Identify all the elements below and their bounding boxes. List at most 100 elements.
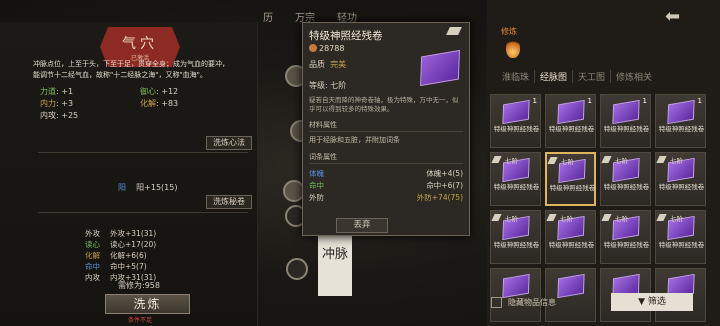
scroll-item-icon <box>557 99 585 125</box>
item-name: 特级神照经残卷 <box>549 184 596 192</box>
item-level: 等级: 七阶 <box>309 81 347 90</box>
refine-stat-list: 外攻 外攻+31(31) 读心 读心+17(20) 化解 化解+6(6) 命中 命中+5… <box>55 228 245 283</box>
item-price: 28788 <box>309 44 344 53</box>
item-name: 特级神照经残卷 <box>603 125 650 133</box>
stat-value: +25 <box>61 111 79 120</box>
affix-value: 命中+6(7) <box>426 181 463 190</box>
yang-value: 阳+15(15) <box>136 183 178 192</box>
checkbox[interactable] <box>491 297 502 308</box>
refine-value: 外攻+31(31) <box>110 229 157 238</box>
refine-miji-button[interactable]: 洗炼秘卷 <box>206 195 252 209</box>
affix-row: 体魄 体魄+4(5) <box>309 168 463 179</box>
seal-title: 气穴 <box>122 35 158 52</box>
tab-li[interactable]: 历 <box>263 9 273 24</box>
tier-tag-icon <box>601 156 612 163</box>
stat-key: 内力 <box>40 99 56 108</box>
scroll-item-icon <box>667 99 695 125</box>
stat-value: +83 <box>161 99 179 108</box>
refine-key: 内攻 <box>85 273 100 282</box>
inventory-slot[interactable]: 七阶 特级神照经残卷 <box>490 152 541 206</box>
tier-tag-icon <box>656 214 667 221</box>
divider <box>38 152 248 153</box>
tab-jingmaitu[interactable]: 经脉图 <box>535 70 574 83</box>
stat-key: 力道 <box>40 87 56 96</box>
inventory-slot[interactable]: 七阶特级神照经残卷 <box>545 152 596 206</box>
refine-key: 读心 <box>85 240 100 249</box>
stat-row: 内力: +3 化解: +83 <box>40 99 179 108</box>
tier-tag-icon <box>547 157 558 164</box>
item-count: 1 <box>642 97 647 105</box>
item-name: 特级神照经残卷 <box>548 241 595 249</box>
level-key: 等级 <box>309 81 325 90</box>
category-title: 修炼 <box>501 27 517 36</box>
tier-tag-icon <box>601 214 612 221</box>
inventory-panel: ⬅ 修炼 淮临珠 经脉图 天工图 修炼相关 1 特级神照经残卷 1 特级神照经残卷 1 特… <box>487 0 720 326</box>
item-name: 特级神照经残卷 <box>493 241 540 249</box>
inventory-slot[interactable]: 1 特级神照经残卷 <box>545 94 596 148</box>
affix-value: 外防+74(75) <box>416 193 463 202</box>
item-count: 1 <box>587 97 592 105</box>
back-arrow-icon[interactable]: ⬅ <box>665 8 691 26</box>
desc-line: 冲脉点位，上至于头，下至于足，贯穿全身；成为气血的要冲， <box>33 60 229 68</box>
drop-button[interactable]: 丢弃 <box>336 218 388 233</box>
material-desc: 用于经脉和五脏，并附加词条 <box>309 136 400 144</box>
refine-value: 命中+5(7) <box>110 262 147 271</box>
stat-value: +12 <box>161 87 179 96</box>
inventory-slot[interactable]: 1 特级神照经残卷 <box>655 94 706 148</box>
refine-row: 外攻 外攻+31(31) <box>55 228 245 239</box>
inventory-slot[interactable]: 七阶特级神照经残卷 <box>490 210 541 264</box>
tab-tiangongtu[interactable]: 天工图 <box>573 70 612 83</box>
affix-key: 体魄 <box>309 169 324 178</box>
divider <box>309 163 463 164</box>
inventory-slot[interactable]: 七阶特级神照经残卷 <box>655 152 706 206</box>
tab-huailinzhu[interactable]: 淮临珠 <box>497 70 536 83</box>
price-value: 28788 <box>319 44 345 53</box>
inventory-slot[interactable] <box>490 268 541 322</box>
refine-button[interactable]: 洗炼 <box>105 294 190 314</box>
stat-key: 内攻 <box>40 111 56 120</box>
tab-xiulian-related[interactable]: 修炼相关 <box>611 70 657 83</box>
chongmai-label[interactable]: 冲脉 <box>318 232 352 296</box>
inventory-slot[interactable]: 七阶 特级神照经残卷 <box>655 210 706 264</box>
refine-xinfa-button[interactable]: 洗炼心法 <box>206 136 252 150</box>
item-tier: 七阶 <box>615 157 628 165</box>
stat-row: 力道: +1 御心: +12 <box>40 87 179 96</box>
inventory-slot[interactable]: 1 特级神照经残卷 <box>490 94 541 148</box>
refine-key: 外攻 <box>85 229 100 238</box>
inventory-slot[interactable]: 1 特级神照经残卷 <box>600 94 651 148</box>
item-count: 1 <box>532 97 537 105</box>
item-name: 特级神照经残卷 <box>658 183 705 191</box>
inventory-slot[interactable]: 七阶 特级神照经残卷 <box>600 210 651 264</box>
divider <box>309 131 463 132</box>
affix-row: 外防 外防+74(75) <box>309 192 463 203</box>
hide-info-label: 隐藏物品信息 <box>508 298 556 307</box>
refine-row: 化解 化解+6(6) <box>55 250 245 261</box>
level-value: 七阶 <box>330 81 347 90</box>
hide-info-toggle[interactable]: 隐藏物品信息 <box>491 297 556 308</box>
tier-tag-icon <box>491 156 502 163</box>
item-tier: 七阶 <box>561 158 574 166</box>
cultivation-cost: 需修为:958 <box>118 281 160 290</box>
refine-row: 命中 命中+5(7) <box>55 261 245 272</box>
acupoint-description: 冲脉点位，上至于头，下至于足，贯穿全身；成为气血的要冲， 能调节十二经气血，故称… <box>33 59 258 81</box>
inventory-slot[interactable]: 七阶 特级神照经残卷 <box>545 210 596 264</box>
item-name: 特级神照经残卷 <box>548 125 595 133</box>
item-name: 特级神照经残卷 <box>493 183 540 191</box>
inventory-slot[interactable]: 七阶 特级神照经残卷 <box>600 152 651 206</box>
stat-key: 化解 <box>140 99 156 108</box>
acupoint-node[interactable] <box>286 258 308 280</box>
item-name: 特级神照经残卷 <box>658 241 705 249</box>
item-name: 特级神照经残卷 <box>603 241 650 249</box>
affix-row: 命中 命中+6(7) <box>309 180 463 191</box>
item-tier: 七阶 <box>505 215 518 223</box>
coin-icon <box>309 44 317 52</box>
refine-row: 读心 读心+17(20) <box>55 239 245 250</box>
refine-value: 读心+17(20) <box>110 240 157 249</box>
acupoint-panel: 气穴 已激活 冲脉点位，上至于头，下至于足，贯穿全身；成为气血的要冲， 能调节十… <box>0 22 258 326</box>
filter-label: 筛选 <box>647 297 666 307</box>
filter-button[interactable]: ▼ 筛选 <box>611 293 693 311</box>
refine-value: 化解+6(6) <box>110 251 147 260</box>
item-tier: 七阶 <box>670 157 683 165</box>
inventory-slot[interactable] <box>545 268 596 322</box>
divider <box>38 212 248 213</box>
